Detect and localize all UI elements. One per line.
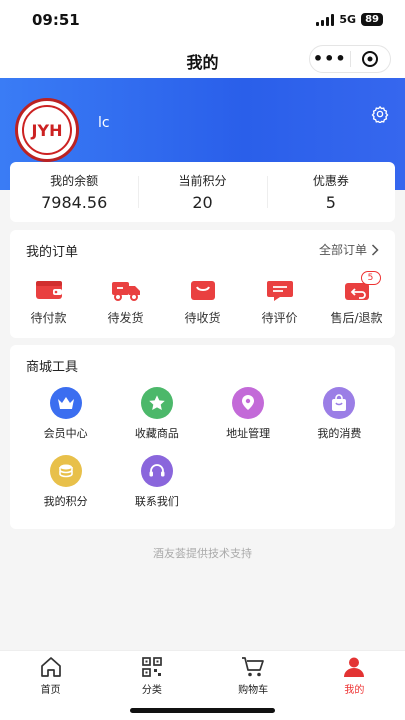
package-icon xyxy=(189,276,217,304)
tab-label: 分类 xyxy=(141,685,162,696)
tool-label: 地址管理 xyxy=(226,427,271,440)
avatar[interactable]: JYH xyxy=(15,98,79,162)
jyh-logo-icon: JYH xyxy=(22,105,72,155)
star-icon xyxy=(140,387,173,419)
orders-title: 我的订单 xyxy=(26,245,79,260)
more-dots-icon[interactable]: ••• xyxy=(310,49,350,69)
crown-icon xyxy=(49,387,82,419)
tool-member-center[interactable]: 会员中心 xyxy=(20,387,111,441)
tools-grid: 会员中心 收藏商品 地址管理 我的消费 我的积分 联系我们 xyxy=(20,387,385,509)
stat-label: 当前积分 xyxy=(178,174,227,188)
tools-title: 商城工具 xyxy=(26,360,79,375)
home-indicator xyxy=(130,708,275,713)
order-label: 待发货 xyxy=(107,311,144,325)
stat-label: 我的余额 xyxy=(50,174,99,188)
bag-icon xyxy=(323,387,356,419)
tool-contact-us[interactable]: 联系我们 xyxy=(111,455,202,509)
nav-bar: 我的 ••• xyxy=(0,40,405,78)
tab-label: 购物车 xyxy=(238,685,269,696)
stat-coupons[interactable]: 优惠券 5 xyxy=(266,162,395,222)
status-time: 09:51 xyxy=(32,11,80,29)
order-label: 待评价 xyxy=(261,311,298,325)
powered-by-text: 酒友荟提供技术支持 xyxy=(153,547,252,560)
coins-icon xyxy=(49,455,82,487)
home-icon xyxy=(40,657,61,677)
svg-text:JYH: JYH xyxy=(31,121,63,140)
tool-consumption[interactable]: 我的消费 xyxy=(294,387,385,441)
tool-label: 联系我们 xyxy=(134,495,179,508)
tool-favorites[interactable]: 收藏商品 xyxy=(111,387,202,441)
order-label: 待收货 xyxy=(184,311,221,325)
tool-label: 收藏商品 xyxy=(134,427,179,440)
order-label: 售后/退款 xyxy=(330,311,383,325)
tool-label: 我的积分 xyxy=(43,495,88,508)
tab-label: 首页 xyxy=(40,685,61,696)
tab-label: 我的 xyxy=(344,685,365,696)
tool-label: 我的消费 xyxy=(317,427,362,440)
wallet-icon xyxy=(35,276,63,304)
location-icon xyxy=(232,387,265,419)
tool-label: 会员中心 xyxy=(43,427,88,440)
chevron-right-icon xyxy=(371,243,379,256)
headset-icon xyxy=(140,455,173,487)
all-orders-link[interactable]: 全部订单 xyxy=(319,241,379,258)
tool-my-points[interactable]: 我的积分 xyxy=(20,455,111,509)
order-pending-review[interactable]: 待评价 xyxy=(241,276,318,326)
mall-tools-card: 商城工具 会员中心 收藏商品 地址管理 我的消费 我的积分 联系我们 xyxy=(10,345,395,529)
mini-program-capsule: ••• xyxy=(309,45,391,73)
all-orders-label: 全部订单 xyxy=(318,243,367,257)
my-orders-card: 我的订单 全部订单 待付款 待发货 待收货 待评价 5 售后/退款 xyxy=(10,230,395,338)
target-icon[interactable] xyxy=(350,50,390,68)
tool-address[interactable]: 地址管理 xyxy=(203,387,294,441)
truck-icon xyxy=(111,276,141,304)
refund-icon: 5 xyxy=(343,271,381,304)
status-bar: 09:51 5G 89 xyxy=(0,0,405,40)
battery-icon: 89 xyxy=(361,13,383,26)
tab-mine[interactable]: 我的 xyxy=(304,651,405,720)
stat-value: 7984.56 xyxy=(41,193,108,212)
status-indicators: 5G 89 xyxy=(316,13,383,26)
stat-balance[interactable]: 我的余额 7984.56 xyxy=(10,162,138,222)
settings-gear-icon[interactable] xyxy=(371,105,389,127)
account-stats-card: 我的余额 7984.56 当前积分 20 优惠券 5 xyxy=(10,162,395,222)
cart-icon xyxy=(242,657,264,677)
after-sales-badge: 5 xyxy=(360,271,381,285)
stat-value: 20 xyxy=(192,193,213,212)
order-pending-receipt[interactable]: 待收货 xyxy=(164,276,241,326)
order-pending-shipment[interactable]: 待发货 xyxy=(87,276,164,326)
stat-points[interactable]: 当前积分 20 xyxy=(138,162,266,222)
signal-icon xyxy=(316,13,335,26)
tab-home[interactable]: 首页 xyxy=(0,651,101,720)
comment-icon xyxy=(266,276,294,304)
order-status-row: 待付款 待发货 待收货 待评价 5 售后/退款 xyxy=(10,271,395,326)
order-label: 待付款 xyxy=(30,311,67,325)
username: lc xyxy=(98,115,110,131)
qr-grid-icon xyxy=(142,657,162,677)
order-pending-payment[interactable]: 待付款 xyxy=(10,276,87,326)
user-icon xyxy=(344,657,365,677)
order-after-sales[interactable]: 5 售后/退款 xyxy=(318,271,395,326)
stat-label: 优惠券 xyxy=(312,174,349,188)
stat-value: 5 xyxy=(325,193,336,212)
network-type: 5G xyxy=(339,13,357,26)
